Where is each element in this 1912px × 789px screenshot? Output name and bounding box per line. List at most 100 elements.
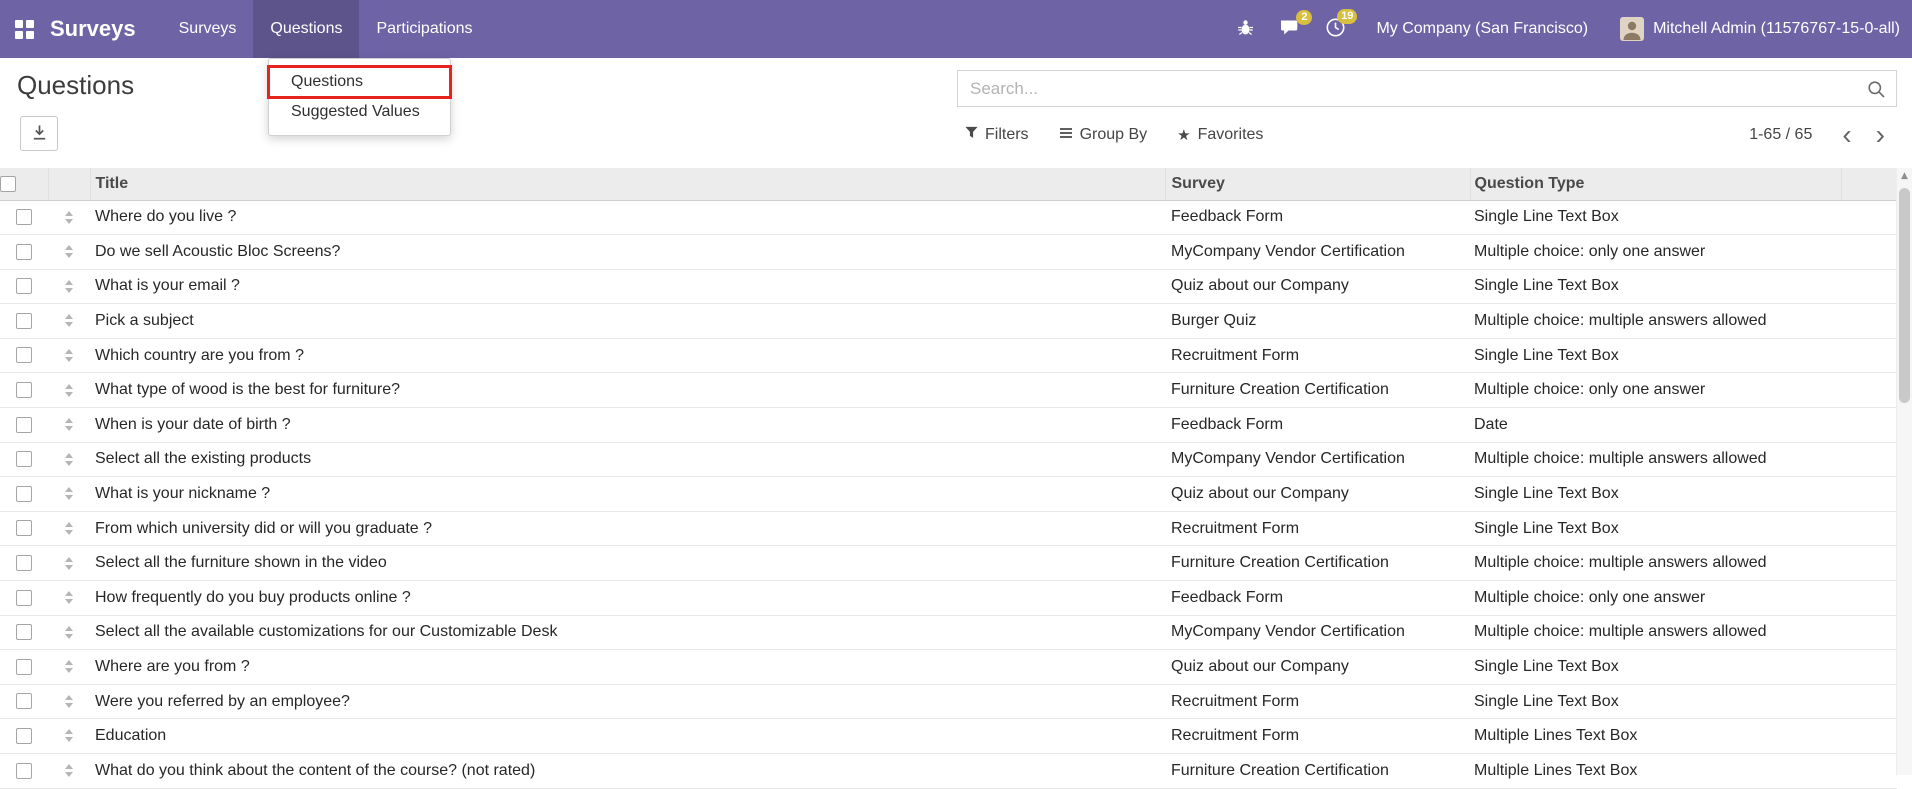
debug-button[interactable]: [1236, 18, 1255, 40]
row-question-type[interactable]: Multiple choice: only one answer: [1470, 234, 1841, 270]
drag-handle-icon[interactable]: [65, 453, 73, 466]
row-checkbox[interactable]: [16, 347, 32, 364]
row-checkbox[interactable]: [16, 762, 32, 779]
row-question-type[interactable]: Multiple Lines Text Box: [1470, 718, 1841, 754]
row-survey[interactable]: Quiz about our Company: [1165, 649, 1470, 685]
row-checkbox[interactable]: [16, 589, 32, 606]
row-title[interactable]: Do we sell Acoustic Bloc Screens?: [90, 234, 1165, 270]
row-survey[interactable]: Feedback Form: [1165, 580, 1470, 616]
row-checkbox[interactable]: [16, 555, 32, 571]
drag-handle-icon[interactable]: [65, 729, 73, 742]
row-survey[interactable]: Furniture Creation Certification: [1165, 545, 1470, 582]
row-survey[interactable]: Burger Quiz: [1165, 303, 1470, 339]
table-row[interactable]: From which university did or will you gr…: [0, 511, 1897, 547]
table-row[interactable]: What is your email ? Quiz about our Comp…: [0, 269, 1897, 305]
vertical-scrollbar[interactable]: ▲: [1896, 168, 1912, 775]
dropdown-item-suggested-values[interactable]: Suggested Values: [269, 97, 450, 127]
row-checkbox[interactable]: [16, 451, 32, 468]
drag-handle-icon[interactable]: [65, 591, 73, 604]
table-row[interactable]: Do we sell Acoustic Bloc Screens? MyComp…: [0, 234, 1897, 270]
drag-handle-icon[interactable]: [65, 557, 73, 570]
row-checkbox[interactable]: [16, 278, 32, 295]
row-survey[interactable]: Recruitment Form: [1165, 718, 1470, 754]
table-row[interactable]: Select all the available customizations …: [0, 615, 1897, 651]
row-title[interactable]: What do you think about the content of t…: [90, 753, 1165, 789]
row-question-type[interactable]: Single Line Text Box: [1470, 649, 1841, 685]
row-survey[interactable]: Furniture Creation Certification: [1165, 372, 1470, 409]
row-survey[interactable]: Recruitment Form: [1165, 338, 1470, 374]
row-survey[interactable]: MyCompany Vendor Certification: [1165, 442, 1470, 478]
row-title[interactable]: Select all the existing products: [90, 442, 1165, 478]
filters-button[interactable]: Filters: [965, 126, 1029, 144]
menu-participations[interactable]: Participations: [359, 0, 489, 58]
row-survey[interactable]: Feedback Form: [1165, 407, 1470, 443]
row-survey[interactable]: Quiz about our Company: [1165, 269, 1470, 305]
row-title[interactable]: Where are you from ?: [90, 649, 1165, 685]
row-checkbox[interactable]: [16, 209, 32, 226]
row-title[interactable]: Where do you live ?: [90, 200, 1165, 236]
row-question-type[interactable]: Single Line Text Box: [1470, 200, 1841, 236]
row-checkbox[interactable]: [16, 727, 32, 744]
row-question-type[interactable]: Multiple choice: multiple answers allowe…: [1470, 615, 1841, 651]
drag-handle-icon[interactable]: [65, 487, 73, 500]
row-title[interactable]: How frequently do you buy products onlin…: [90, 580, 1165, 616]
table-row[interactable]: Where are you from ? Quiz about our Comp…: [0, 649, 1897, 685]
row-question-type[interactable]: Single Line Text Box: [1470, 684, 1841, 720]
row-title[interactable]: From which university did or will you gr…: [90, 511, 1165, 547]
activities-button[interactable]: 19: [1325, 9, 1358, 41]
user-menu[interactable]: Mitchell Admin (11576767-15-0-all): [1620, 17, 1900, 41]
table-row[interactable]: What is your nickname ? Quiz about our C…: [0, 476, 1897, 512]
table-row[interactable]: What type of wood is the best for furnit…: [0, 372, 1897, 409]
row-question-type[interactable]: Single Line Text Box: [1470, 338, 1841, 374]
row-question-type[interactable]: Multiple choice: only one answer: [1470, 580, 1841, 616]
table-row[interactable]: Where do you live ? Feedback Form Single…: [0, 200, 1897, 236]
row-survey[interactable]: MyCompany Vendor Certification: [1165, 615, 1470, 651]
table-row[interactable]: Education Recruitment Form Multiple Line…: [0, 718, 1897, 754]
favorites-button[interactable]: ★ Favorites: [1177, 126, 1263, 144]
row-question-type[interactable]: Single Line Text Box: [1470, 511, 1841, 547]
row-checkbox[interactable]: [16, 624, 32, 641]
row-question-type[interactable]: Multiple choice: multiple answers allowe…: [1470, 442, 1841, 478]
row-checkbox[interactable]: [16, 243, 32, 260]
row-checkbox[interactable]: [16, 382, 32, 399]
drag-handle-icon[interactable]: [65, 522, 73, 535]
scrollbar-thumb[interactable]: [1899, 188, 1910, 403]
row-question-type[interactable]: Multiple choice: multiple answers allowe…: [1470, 545, 1841, 582]
scrollbar-up-button[interactable]: ▲: [1897, 168, 1912, 184]
company-switcher[interactable]: My Company (San Francisco): [1376, 20, 1588, 38]
drag-handle-icon[interactable]: [65, 245, 73, 258]
row-question-type[interactable]: Date: [1470, 407, 1841, 443]
table-row[interactable]: Pick a subject Burger Quiz Multiple choi…: [0, 303, 1897, 339]
search-input[interactable]: [958, 71, 1896, 106]
column-header-title[interactable]: Title: [90, 168, 1166, 201]
drag-handle-icon[interactable]: [65, 211, 73, 224]
row-checkbox[interactable]: [16, 520, 32, 537]
export-button[interactable]: [20, 116, 58, 151]
row-title[interactable]: What type of wood is the best for furnit…: [90, 372, 1165, 409]
pager-next-button[interactable]: ›: [1864, 121, 1897, 149]
search-icon[interactable]: [1866, 79, 1887, 105]
table-row[interactable]: Select all the furniture shown in the vi…: [0, 545, 1897, 582]
row-title[interactable]: Pick a subject: [90, 303, 1165, 339]
row-checkbox[interactable]: [16, 658, 32, 675]
table-row[interactable]: Were you referred by an employee? Recrui…: [0, 684, 1897, 720]
drag-handle-icon[interactable]: [65, 764, 73, 777]
drag-handle-icon[interactable]: [65, 349, 73, 362]
row-checkbox[interactable]: [16, 485, 32, 502]
drag-handle-icon[interactable]: [65, 626, 73, 639]
table-row[interactable]: What do you think about the content of t…: [0, 753, 1897, 789]
menu-questions[interactable]: Questions: [253, 0, 360, 58]
group-by-button[interactable]: Group By: [1059, 126, 1147, 144]
row-checkbox[interactable]: [16, 312, 32, 329]
column-header-question-type[interactable]: Question Type: [1470, 168, 1842, 201]
row-title[interactable]: What is your nickname ?: [90, 476, 1165, 512]
row-survey[interactable]: Recruitment Form: [1165, 511, 1470, 547]
row-title[interactable]: Select all the furniture shown in the vi…: [90, 545, 1165, 582]
table-row[interactable]: When is your date of birth ? Feedback Fo…: [0, 407, 1897, 443]
row-title[interactable]: Education: [90, 718, 1165, 754]
row-title[interactable]: Select all the available customizations …: [90, 615, 1165, 651]
table-row[interactable]: How frequently do you buy products onlin…: [0, 580, 1897, 616]
row-title[interactable]: What is your email ?: [90, 269, 1165, 305]
apps-menu-button[interactable]: [0, 0, 48, 58]
table-row[interactable]: Select all the existing products MyCompa…: [0, 442, 1897, 478]
